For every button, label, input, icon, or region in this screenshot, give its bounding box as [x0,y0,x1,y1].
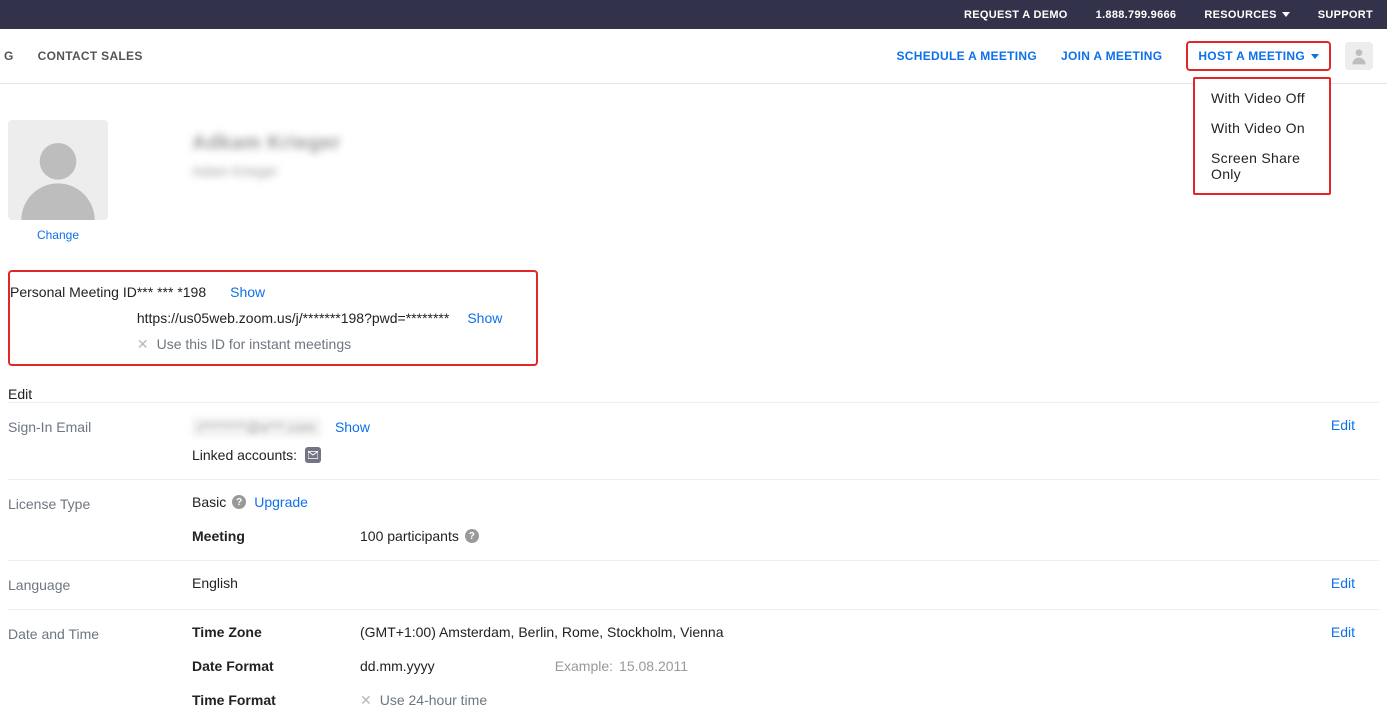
host-meeting-button[interactable]: HOST A MEETING [1186,41,1331,71]
signin-email-row: Sign-In Email r********@e***.com Show Li… [8,402,1379,479]
personal-meeting-id-section: Personal Meeting ID *** *** *198 Show ht… [8,270,538,366]
top-utility-bar: REQUEST A DEMO 1.888.799.9666 RESOURCES … [0,0,1387,29]
dateformat-example-value: 15.08.2011 [619,658,688,674]
timezone-value: (GMT+1:00) Amsterdam, Berlin, Rome, Stoc… [360,624,724,640]
help-icon[interactable]: ? [465,529,479,543]
caret-down-icon [1282,12,1290,17]
host-screen-share-option[interactable]: Screen Share Only [1195,143,1329,189]
timeformat-value: Use 24-hour time [380,692,487,708]
user-placeholder-icon [14,132,102,220]
main-nav: G CONTACT SALES SCHEDULE A MEETING JOIN … [0,29,1387,84]
signin-edit-link[interactable]: Edit [1331,417,1355,433]
license-participants-value: 100 participants [360,528,459,544]
help-icon[interactable]: ? [232,495,246,509]
profile-header: Change Adkam Krieger Adam Krieger [8,84,1379,270]
datetime-row: Date and Time Time Zone (GMT+1:00) Amste… [8,609,1379,724]
profile-picture [8,120,108,220]
language-value: English [192,575,238,591]
language-row: Language English Edit [8,560,1379,609]
profile-content: Change Adkam Krieger Adam Krieger Person… [0,84,1387,724]
linked-accounts-label: Linked accounts: [192,447,297,463]
dateformat-example-label: Example: [555,658,613,674]
pmi-url-masked: https://us05web.zoom.us/j/*******198?pwd… [137,310,449,326]
pmi-url-show-link[interactable]: Show [467,310,502,326]
license-row: License Type Basic ? Upgrade Meeting 100… [8,479,1379,560]
join-meeting-link[interactable]: JOIN A MEETING [1061,49,1162,63]
pmi-label: Personal Meeting ID [10,284,137,352]
host-video-off-option[interactable]: With Video Off [1195,83,1329,113]
profile-username: Adam Krieger [192,163,278,179]
phone-link[interactable]: 1.888.799.9666 [1096,9,1177,21]
host-meeting-label: HOST A MEETING [1198,49,1305,63]
dateformat-value: dd.mm.yyyy [360,658,435,674]
x-icon: ✕ [360,693,372,707]
upgrade-link[interactable]: Upgrade [254,494,308,510]
mail-icon [308,451,318,459]
user-avatar-thumb[interactable] [1345,42,1373,70]
pmi-id-show-link[interactable]: Show [230,284,265,300]
timezone-label: Time Zone [192,624,360,640]
user-icon [1349,46,1369,66]
schedule-meeting-link[interactable]: SCHEDULE A MEETING [896,49,1037,63]
license-meeting-label: Meeting [192,528,360,544]
linked-account-icon [305,447,321,463]
request-demo-link[interactable]: REQUEST A DEMO [964,9,1068,21]
signin-email-blurred: r********@e***.com [192,417,321,437]
license-basic-text: Basic [192,494,226,510]
support-link[interactable]: SUPPORT [1318,9,1373,21]
change-photo-link[interactable]: Change [37,228,79,242]
dateformat-label: Date Format [192,658,360,674]
pmi-edit-link[interactable]: Edit [8,386,32,402]
resources-dropdown[interactable]: RESOURCES [1204,9,1289,21]
contact-sales-link[interactable]: CONTACT SALES [38,49,143,63]
x-icon: ✕ [137,337,149,351]
language-label: Language [8,575,192,593]
datetime-edit-link[interactable]: Edit [1331,624,1355,640]
caret-down-icon [1311,54,1319,59]
language-edit-link[interactable]: Edit [1331,575,1355,591]
host-meeting-dropdown: With Video Off With Video On Screen Shar… [1193,77,1331,195]
resources-label: RESOURCES [1204,9,1276,21]
nav-item-cut[interactable]: G [4,49,14,63]
signin-email-show-link[interactable]: Show [335,419,370,435]
timeformat-label: Time Format [192,692,360,708]
pmi-instant-text: Use this ID for instant meetings [157,336,352,352]
signin-email-label: Sign-In Email [8,417,192,463]
datetime-label: Date and Time [8,624,192,708]
pmi-id-masked: *** *** *198 [137,284,206,300]
host-meeting-wrapper: HOST A MEETING With Video Off With Video… [1186,41,1331,71]
host-video-on-option[interactable]: With Video On [1195,113,1329,143]
profile-display-name: Adkam Krieger [192,132,341,154]
license-label: License Type [8,494,192,544]
